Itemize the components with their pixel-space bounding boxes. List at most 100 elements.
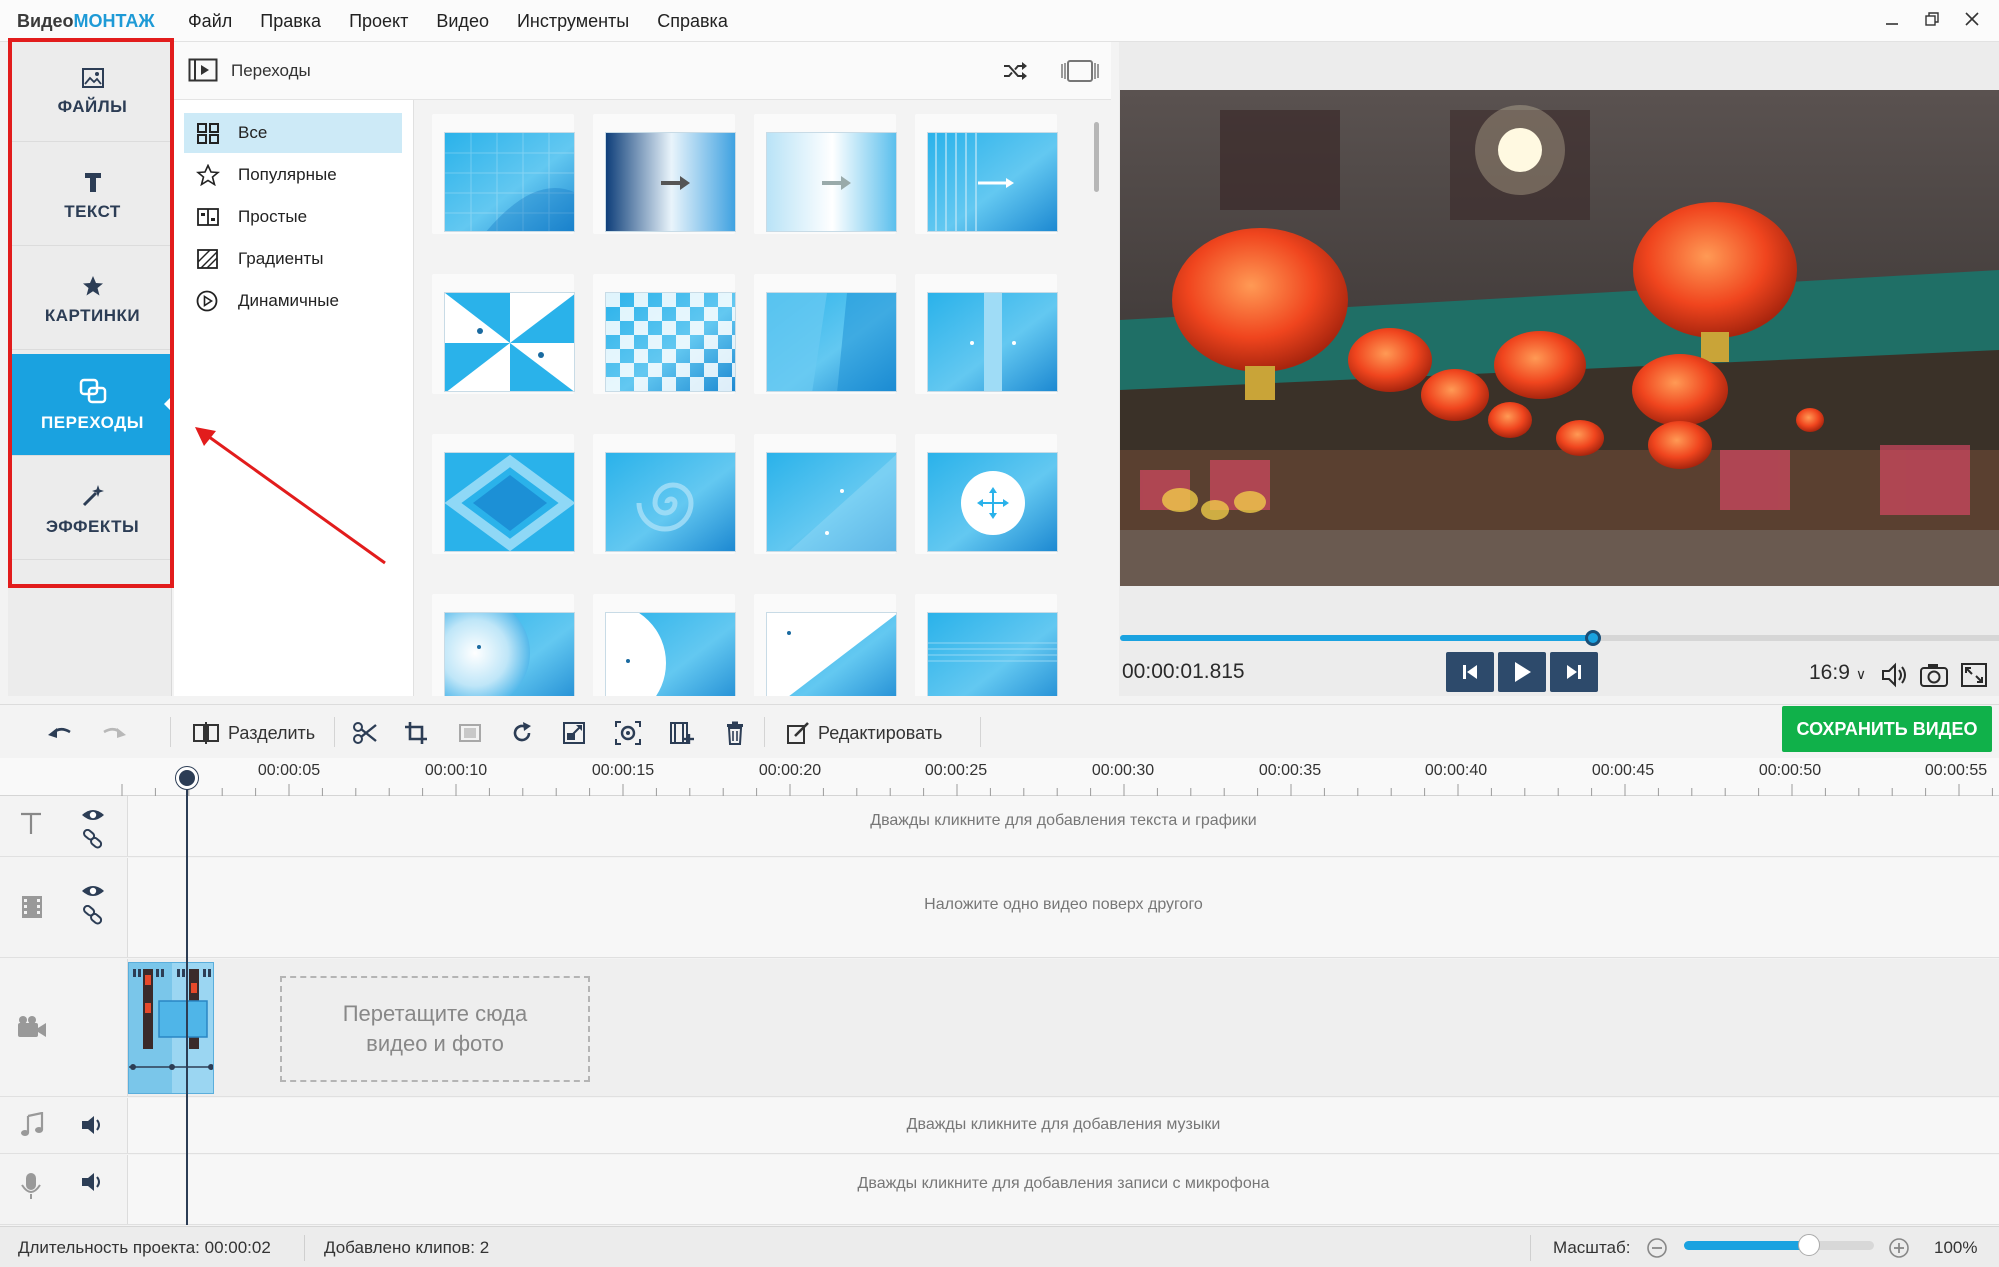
playhead-handle[interactable] <box>176 767 198 789</box>
shuffle-icon[interactable] <box>1002 60 1028 82</box>
clips-count: Добавлено клипов: 2 <box>324 1238 489 1258</box>
transition-thumbnail[interactable] <box>432 594 575 696</box>
zoom-pan-button[interactable] <box>562 719 586 747</box>
close-icon <box>1965 12 1979 26</box>
close-button[interactable] <box>1959 6 1985 32</box>
video-camera-icon <box>18 1016 46 1037</box>
stabilize-button[interactable] <box>614 719 642 747</box>
category-dynamic-label: Динамичные <box>238 291 339 310</box>
transition-thumbnail[interactable] <box>432 434 575 554</box>
fit-frame-button[interactable] <box>458 719 482 747</box>
fullscreen-icon[interactable] <box>1960 662 1988 688</box>
app-window: ВидеоМОНТАЖ Файл Правка Проект Видео Инс… <box>0 0 1999 1267</box>
zoom-value: 100% <box>1934 1238 1978 1257</box>
edit-label: Редактировать <box>818 722 943 743</box>
transition-thumbnail[interactable] <box>915 274 1058 394</box>
toolbar-separator <box>980 717 981 747</box>
ruler-label: 00:00:20 <box>758 762 822 779</box>
transition-thumbnail[interactable] <box>754 434 897 554</box>
tab-transitions[interactable]: ПЕРЕХОДЫ <box>12 354 174 456</box>
tab-stickers[interactable]: КАРТИНКИ <box>12 250 173 350</box>
menu-project[interactable]: Проект <box>349 11 408 32</box>
drop-zone-line1: Перетащите сюда <box>342 1001 528 1026</box>
volume-icon[interactable] <box>1880 662 1910 688</box>
timeline-ruler[interactable]: 00:00:05 00:00:10 00:00:15 00:00:20 00:0… <box>0 758 1999 796</box>
menu-help[interactable]: Справка <box>657 11 728 32</box>
transition-thumbnail[interactable] <box>915 114 1058 234</box>
redo-button[interactable] <box>100 719 128 747</box>
timeline-playhead[interactable] <box>186 776 188 1225</box>
text-track[interactable]: Дважды кликните для добавления текста и … <box>0 796 1999 857</box>
minimize-button[interactable] <box>1879 6 1905 32</box>
microphone-track-hint: Дважды кликните для добавления записи с … <box>857 1175 1270 1192</box>
transition-thumbnail[interactable] <box>432 114 575 234</box>
clips-count-label: Добавлено клипов: <box>324 1238 475 1257</box>
category-popular-label: Популярные <box>238 165 337 184</box>
microphone-track[interactable]: Дважды кликните для добавления записи с … <box>0 1155 1999 1225</box>
eye-icon[interactable] <box>80 882 106 900</box>
category-simple[interactable]: Простые <box>184 197 402 237</box>
category-gradients[interactable]: Градиенты <box>184 239 402 279</box>
transition-thumbnail[interactable] <box>754 274 897 394</box>
playback-progress-remaining[interactable] <box>1594 635 1999 641</box>
filmstrip-view-icon[interactable] <box>1058 58 1102 84</box>
tab-effects[interactable]: ЭФФЕКТЫ <box>12 460 173 560</box>
chevron-down-icon: ∨ <box>1855 666 1867 682</box>
menu-edit[interactable]: Правка <box>260 11 321 32</box>
overlay-track[interactable]: Наложите одно видео поверх другого <box>0 858 1999 958</box>
link-icon[interactable] <box>82 829 104 849</box>
timecode: 00:00:01.815 <box>1122 660 1245 683</box>
tab-text[interactable]: ТЕКСТ <box>12 146 173 246</box>
transition-thumbnail[interactable] <box>593 114 736 234</box>
transition-thumbnail[interactable] <box>915 594 1058 696</box>
previous-button[interactable] <box>1446 652 1494 692</box>
split-button[interactable]: Разделить <box>192 719 315 747</box>
cut-button[interactable] <box>352 719 378 747</box>
video-preview[interactable] <box>1120 90 1999 586</box>
video-clip[interactable] <box>128 962 214 1094</box>
transition-thumbnail[interactable] <box>432 274 575 394</box>
drop-zone-line2: видео и фото <box>366 1031 504 1056</box>
undo-button[interactable] <box>46 719 74 747</box>
menu-tools[interactable]: Инструменты <box>517 11 629 32</box>
zoom-slider-handle[interactable] <box>1798 1234 1820 1256</box>
panel-header: Переходы <box>174 42 1111 100</box>
add-clip-frame-button[interactable] <box>668 719 694 747</box>
eye-icon[interactable] <box>80 806 106 824</box>
music-note-icon <box>21 1112 44 1136</box>
category-dynamic[interactable]: Динамичные <box>184 281 402 321</box>
tab-files[interactable]: ФАЙЛЫ <box>12 42 173 142</box>
stabilize-icon <box>615 721 641 745</box>
menu-video[interactable]: Видео <box>436 11 489 32</box>
crop-button[interactable] <box>404 719 428 747</box>
play-button[interactable] <box>1498 652 1546 692</box>
music-track[interactable]: Дважды кликните для добавления музыки <box>0 1098 1999 1154</box>
playback-progress[interactable] <box>1120 635 1594 641</box>
menu-file[interactable]: Файл <box>188 11 232 32</box>
edit-button[interactable]: Редактировать <box>786 719 942 747</box>
aspect-ratio-selector[interactable]: 16:9 ∨ <box>1809 661 1866 685</box>
save-video-button[interactable]: СОХРАНИТЬ ВИДЕО <box>1782 706 1992 752</box>
media-drop-zone[interactable]: Перетащите сюда видео и фото <box>280 976 590 1082</box>
delete-button[interactable] <box>724 719 746 747</box>
category-all[interactable]: Все <box>184 113 402 153</box>
star-icon <box>82 275 103 295</box>
grid-scrollbar[interactable] <box>1094 122 1099 192</box>
next-button[interactable] <box>1550 652 1598 692</box>
link-icon[interactable] <box>82 905 104 925</box>
restore-button[interactable] <box>1919 6 1945 32</box>
transition-thumbnail[interactable] <box>754 114 897 234</box>
rotate-button[interactable] <box>510 719 534 747</box>
zoom-out-icon[interactable] <box>1646 1237 1668 1259</box>
transition-thumbnail[interactable] <box>593 434 736 554</box>
speaker-icon[interactable] <box>80 1114 104 1136</box>
snapshot-camera-icon[interactable] <box>1919 662 1949 688</box>
playback-scrubber[interactable] <box>1585 630 1601 646</box>
category-popular[interactable]: Популярные <box>184 155 402 195</box>
transition-thumbnail[interactable] <box>754 594 897 696</box>
transition-thumbnail[interactable] <box>593 274 736 394</box>
transition-thumbnail[interactable] <box>915 434 1058 554</box>
speaker-icon[interactable] <box>80 1171 104 1193</box>
zoom-in-icon[interactable] <box>1888 1237 1910 1259</box>
transition-thumbnail[interactable] <box>593 594 736 696</box>
